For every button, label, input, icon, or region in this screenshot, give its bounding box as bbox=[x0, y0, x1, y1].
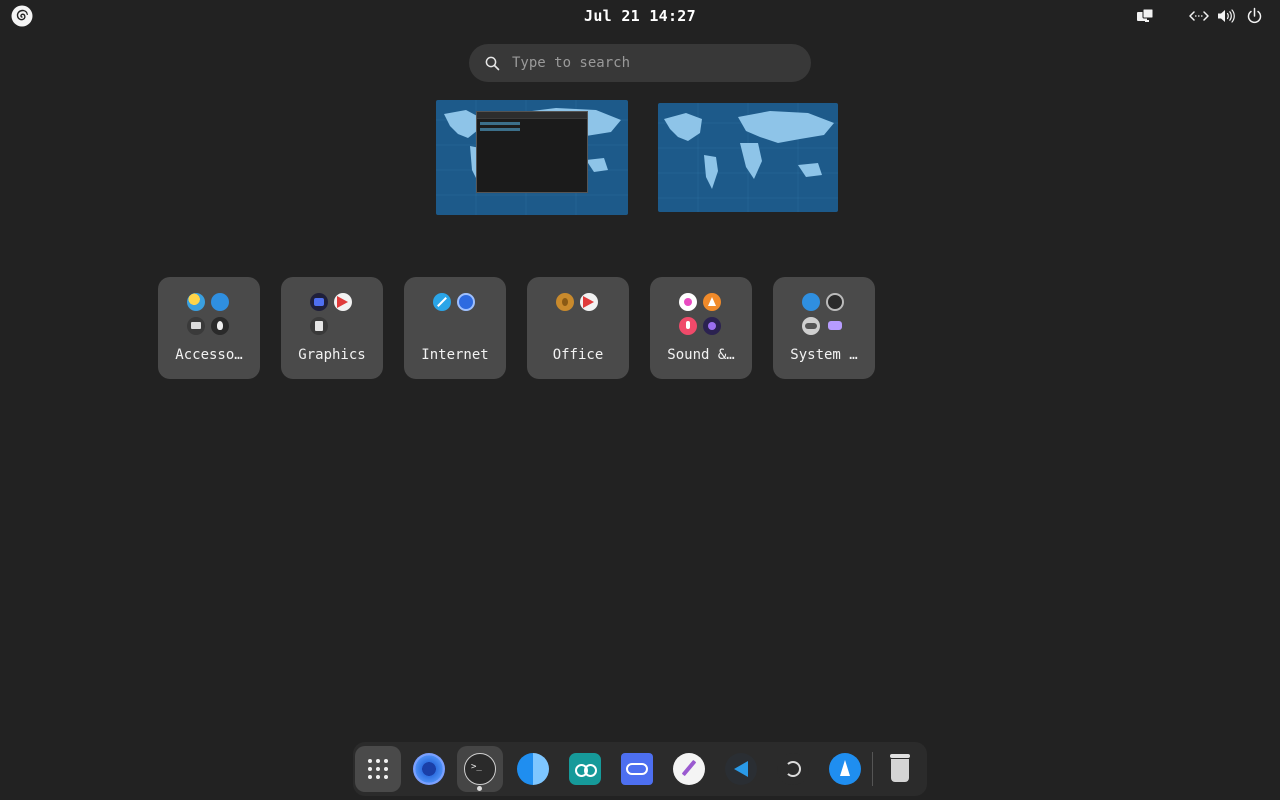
toggle-icon bbox=[802, 317, 820, 335]
dock-finder[interactable] bbox=[510, 746, 556, 792]
wireguard-icon bbox=[457, 293, 475, 311]
document-viewer-icon bbox=[310, 317, 328, 335]
dock-obs[interactable] bbox=[770, 746, 816, 792]
printer-icon bbox=[187, 317, 205, 335]
trash-lid bbox=[890, 754, 910, 758]
trash-icon bbox=[891, 759, 909, 782]
dock-cloud-sync[interactable] bbox=[614, 746, 660, 792]
dock-app-store[interactable] bbox=[822, 746, 868, 792]
dock: >_ bbox=[353, 742, 927, 796]
volume-icon[interactable] bbox=[1217, 7, 1235, 25]
settings-icon bbox=[826, 293, 844, 311]
scanner-icon bbox=[310, 293, 328, 311]
dock-trash[interactable] bbox=[877, 746, 923, 792]
globe-icon bbox=[211, 293, 229, 311]
folder-label: Graphics bbox=[298, 347, 366, 363]
dock-separator bbox=[872, 752, 873, 786]
obs-icon bbox=[777, 753, 809, 785]
folder-system-tools[interactable]: System … bbox=[773, 277, 875, 379]
folder-sound-video[interactable]: Sound &… bbox=[650, 277, 752, 379]
folder-label: System … bbox=[790, 347, 858, 363]
money-icon bbox=[556, 293, 574, 311]
browser-icon bbox=[413, 753, 445, 785]
search-input[interactable] bbox=[512, 44, 792, 82]
app-store-icon bbox=[829, 753, 861, 785]
finder-icon bbox=[517, 753, 549, 785]
dock-vscode[interactable] bbox=[718, 746, 764, 792]
vscode-icon bbox=[725, 753, 757, 785]
arduino-icon bbox=[569, 753, 601, 785]
vector-icon bbox=[334, 293, 352, 311]
folder-label: Office bbox=[552, 347, 604, 363]
dock-browser[interactable] bbox=[406, 746, 452, 792]
globe-icon bbox=[802, 293, 820, 311]
folder-office[interactable]: Office bbox=[527, 277, 629, 379]
folder-graphics[interactable]: Graphics bbox=[281, 277, 383, 379]
microphone-icon bbox=[679, 317, 697, 335]
dock-text-editor[interactable] bbox=[666, 746, 712, 792]
network-wired-icon[interactable] bbox=[1189, 7, 1209, 25]
screen-share-icon[interactable] bbox=[1136, 7, 1154, 25]
app-grid-icon bbox=[368, 759, 388, 779]
top-bar: Jul 21 14:27 bbox=[0, 0, 1280, 32]
text-editor-icon bbox=[673, 753, 705, 785]
clock[interactable]: Jul 21 14:27 bbox=[0, 7, 1280, 25]
power-icon[interactable] bbox=[1246, 7, 1263, 25]
music-icon bbox=[679, 293, 697, 311]
chat-icon bbox=[826, 317, 844, 335]
folder-label: Sound &… bbox=[667, 347, 735, 363]
workspace-thumbnail-2[interactable] bbox=[658, 103, 838, 212]
terminal-icon: >_ bbox=[464, 753, 496, 785]
folder-label: Accesso… bbox=[175, 347, 243, 363]
ink-icon bbox=[211, 317, 229, 335]
workspace-thumbnail-1[interactable] bbox=[436, 100, 628, 215]
vector-icon bbox=[580, 293, 598, 311]
dock-arduino[interactable] bbox=[562, 746, 608, 792]
search-icon bbox=[485, 56, 500, 71]
app-grid-button[interactable] bbox=[355, 746, 401, 792]
folder-label: Internet bbox=[421, 347, 489, 363]
folder-internet[interactable]: Internet bbox=[404, 277, 506, 379]
safari-compass-icon bbox=[433, 293, 451, 311]
search-bar[interactable] bbox=[469, 44, 811, 82]
weather-icon bbox=[187, 293, 205, 311]
cloud-sync-icon bbox=[621, 753, 653, 785]
folder-accessories[interactable]: Accesso… bbox=[158, 277, 260, 379]
terminal-window-preview[interactable] bbox=[476, 111, 588, 193]
world-map-wallpaper bbox=[658, 103, 838, 212]
nebula-icon bbox=[703, 317, 721, 335]
dock-terminal[interactable]: >_ bbox=[457, 746, 503, 792]
vlc-icon bbox=[703, 293, 721, 311]
running-indicator bbox=[477, 786, 482, 791]
